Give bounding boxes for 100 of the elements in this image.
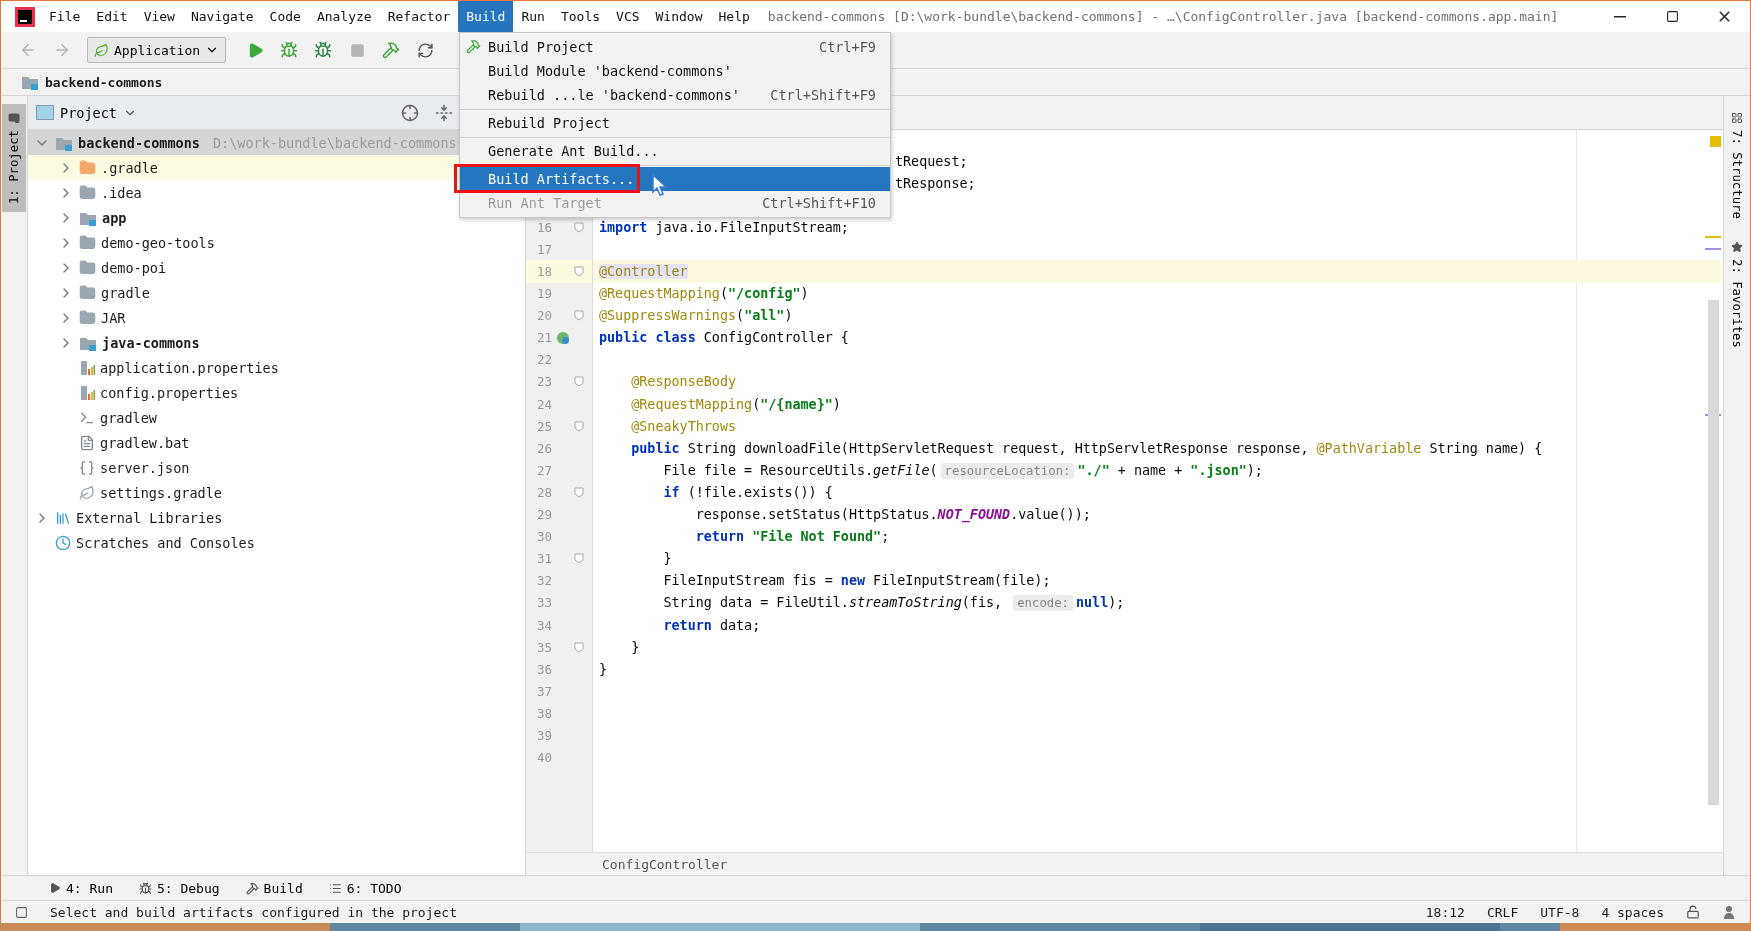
line-number: 30 [535,529,552,545]
tree-item[interactable]: gradlew [28,405,163,430]
tool-window-button[interactable]: 4: Run [39,876,123,900]
tree-item[interactable]: config.properties [28,380,245,405]
code-line: } [662,551,672,567]
fold-icon[interactable] [574,486,584,498]
menu-item[interactable]: View [135,1,183,32]
figure-icon[interactable] [1722,905,1736,919]
tree-label: settings.gradle [100,484,222,501]
line-number: 16 [535,219,552,235]
fold-icon[interactable] [574,221,584,233]
menu-item[interactable]: Rebuild Project [460,111,890,135]
menu-item[interactable]: Code [261,1,309,32]
fold-icon[interactable] [574,641,584,653]
tree-item[interactable]: Scratches and Consoles [28,530,261,555]
panel-toggle-icon[interactable] [15,905,28,919]
menu-item[interactable]: Build Module 'backend-commons' [460,59,890,83]
run-config-dropdown[interactable]: Application [87,37,227,63]
code-line: @ResponseBody [630,374,737,390]
code-line: File file = ResourceUtils.getFile( resourceLocation: "./" + name + ".json"); [662,462,1263,478]
line-number: 39 [535,728,552,743]
menu-item[interactable]: Run [513,1,553,32]
tree-label: java-commons [102,334,200,351]
app-logo [15,6,35,27]
code-line: FileInputStream fis = new FileInputStream(file); [662,573,1051,589]
line-number: 27 [535,462,552,478]
menu-item[interactable]: File [41,1,89,32]
menu-item[interactable]: Analyze [308,1,380,32]
menu-item[interactable]: Generate Ant Build... [460,139,890,163]
tool-window-button[interactable]: 5: Debug [128,876,230,900]
tree-item[interactable]: .idea [28,180,148,205]
menu-item[interactable]: Build Project Ctrl+F9 [460,35,890,59]
tree-item[interactable]: JAR [28,305,132,330]
bug-icon [280,41,299,59]
tree-item[interactable]: gradlew.bat [28,430,196,455]
tree-item[interactable]: settings.gradle [28,480,228,505]
breadcrumb-item[interactable]: backend-commons [45,74,163,90]
tree-item[interactable]: demo-geo-tools [28,230,221,255]
menu-item[interactable]: VCS [608,1,648,32]
tree-item[interactable]: application.properties [28,355,285,380]
tree-item[interactable]: gradle [28,280,156,305]
menu-item[interactable]: Tools [552,1,609,32]
code-line: if (!file.exists()) { [662,484,833,500]
code-line: tResponse; [895,175,976,191]
folder-icon [79,234,96,251]
status-item[interactable]: UTF-8 [1540,904,1580,920]
clock-icon [55,534,71,551]
scrollbar[interactable] [1708,300,1719,805]
library-icon [55,509,71,526]
tree-item[interactable]: app [28,205,133,230]
line-number: 26 [535,440,552,456]
menu-item[interactable]: Build [458,1,514,32]
tool-window-tab[interactable]: 2: Favorites [1725,232,1749,356]
tree-label: Scratches and Consoles [76,534,255,551]
fold-icon[interactable] [574,376,584,388]
code-line: public String downloadFile(HttpServletRequest request, HttpServletResponse response, @PathVariable String name) { [630,440,1543,456]
tool-window-button[interactable]: Build [235,876,313,900]
menu-item[interactable]: Edit [88,1,136,32]
status-item[interactable]: 4 spaces [1601,904,1664,920]
code-line: public class ConfigController { [598,330,849,346]
code-line: } [630,639,640,655]
menu-item[interactable]: Refactor [379,1,459,32]
line-number: 37 [535,683,552,699]
json-icon [79,459,95,476]
view-selector[interactable]: Project [36,104,137,121]
tree-label: .idea [101,184,142,201]
tree-label: demo-geo-tools [101,234,215,251]
tree-item[interactable]: External Libraries [28,505,229,530]
tree-label: application.properties [100,359,279,376]
status-item[interactable]: 18:12 [1425,904,1465,920]
status-message: Select and build artifacts configured in the project [50,904,458,920]
tree-item[interactable]: server.json [28,455,196,480]
code-line: return "File Not Found"; [694,529,890,545]
tree-item[interactable]: java-commons [28,330,206,355]
tree-item[interactable]: demo-poi [28,255,173,280]
code-line: tRequest; [895,153,968,169]
menu-item[interactable]: Window [647,1,711,32]
lock-icon[interactable] [1686,905,1700,919]
properties-icon [79,384,95,401]
tool-window-tab[interactable]: 7: Structure [1725,104,1749,227]
bean-icon[interactable] [556,330,570,345]
fold-icon[interactable] [574,266,584,277]
tool-window-button[interactable]: 6: TODO [318,876,412,900]
fold-icon[interactable] [574,420,584,432]
code-line: } [598,661,608,677]
hammer-icon [245,881,259,895]
line-number: 31 [535,551,552,567]
properties-icon [79,359,95,376]
fold-icon[interactable] [574,553,584,565]
menu-item[interactable]: Navigate [182,1,262,32]
fold-icon[interactable] [574,310,584,322]
tool-window-tab[interactable]: 1: Project [2,104,26,213]
menu-item[interactable]: Rebuild ...le 'backend-commons' Ctrl+Shift+F9 [460,83,890,107]
hammer-icon [382,41,401,59]
tree-label: External Libraries [76,509,223,526]
line-number: 40 [535,750,552,766]
breadcrumb-item[interactable]: ConfigController [602,856,728,872]
status-item[interactable]: CRLF [1486,904,1519,920]
menu-item[interactable]: Help [710,1,758,32]
window-icon [36,105,54,120]
